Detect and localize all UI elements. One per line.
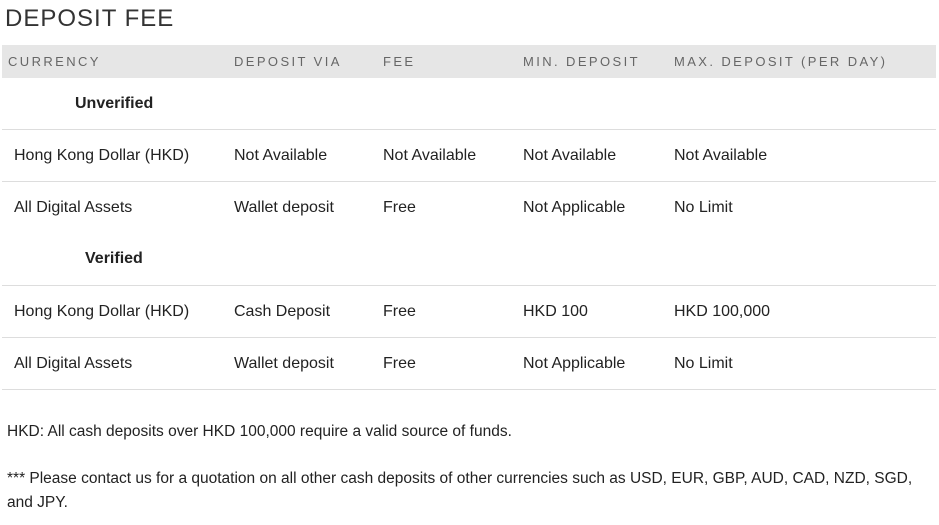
header-fee: FEE	[383, 45, 523, 78]
deposit-fee-table: CURRENCY DEPOSIT VIA FEE MIN. DEPOSIT MA…	[2, 45, 936, 390]
cell-max-deposit: No Limit	[674, 181, 936, 233]
table-row: Hong Kong Dollar (HKD) Not Available Not…	[2, 129, 936, 182]
table-row: All Digital Assets Wallet deposit Free N…	[2, 337, 936, 390]
cell-deposit-via: Cash Deposit	[234, 285, 383, 338]
table-row: Hong Kong Dollar (HKD) Cash Deposit Free…	[2, 285, 936, 338]
cell-deposit-via: Not Available	[234, 129, 383, 182]
cell-max-deposit: Not Available	[674, 129, 936, 182]
cell-fee: Not Available	[383, 129, 523, 182]
note-hkd-source-of-funds: HKD: All cash deposits over HKD 100,000 …	[7, 423, 512, 440]
cell-fee: Free	[383, 181, 523, 233]
cell-currency: All Digital Assets	[2, 181, 234, 233]
header-deposit-via: DEPOSIT VIA	[234, 45, 383, 78]
group-label: Unverified	[75, 94, 154, 112]
cell-min-deposit: Not Available	[523, 129, 674, 182]
group-row-verified: Verified	[2, 233, 936, 286]
cell-min-deposit: Not Applicable	[523, 181, 674, 233]
cell-currency: Hong Kong Dollar (HKD)	[2, 285, 234, 338]
table-header-row: CURRENCY DEPOSIT VIA FEE MIN. DEPOSIT MA…	[2, 45, 936, 78]
cell-currency: Hong Kong Dollar (HKD)	[2, 129, 234, 182]
header-min-deposit: MIN. DEPOSIT	[523, 45, 674, 78]
cell-min-deposit: Not Applicable	[523, 337, 674, 390]
cell-fee: Free	[383, 285, 523, 338]
cell-fee: Free	[383, 337, 523, 390]
table-row: All Digital Assets Wallet deposit Free N…	[2, 181, 936, 233]
cell-max-deposit: No Limit	[674, 337, 936, 390]
note-other-currencies: *** Please contact us for a quotation on…	[7, 470, 913, 511]
group-label: Verified	[85, 250, 143, 267]
header-max-deposit: MAX. DEPOSIT (PER DAY)	[674, 45, 936, 78]
group-row-unverified: Unverified	[2, 78, 936, 130]
page-title: DEPOSIT FEE	[5, 5, 175, 32]
cell-min-deposit: HKD 100	[523, 285, 674, 338]
cell-deposit-via: Wallet deposit	[234, 181, 383, 233]
header-currency: CURRENCY	[2, 45, 234, 78]
cell-currency: All Digital Assets	[2, 337, 234, 390]
cell-max-deposit: HKD 100,000	[674, 285, 936, 338]
cell-deposit-via: Wallet deposit	[234, 337, 383, 390]
